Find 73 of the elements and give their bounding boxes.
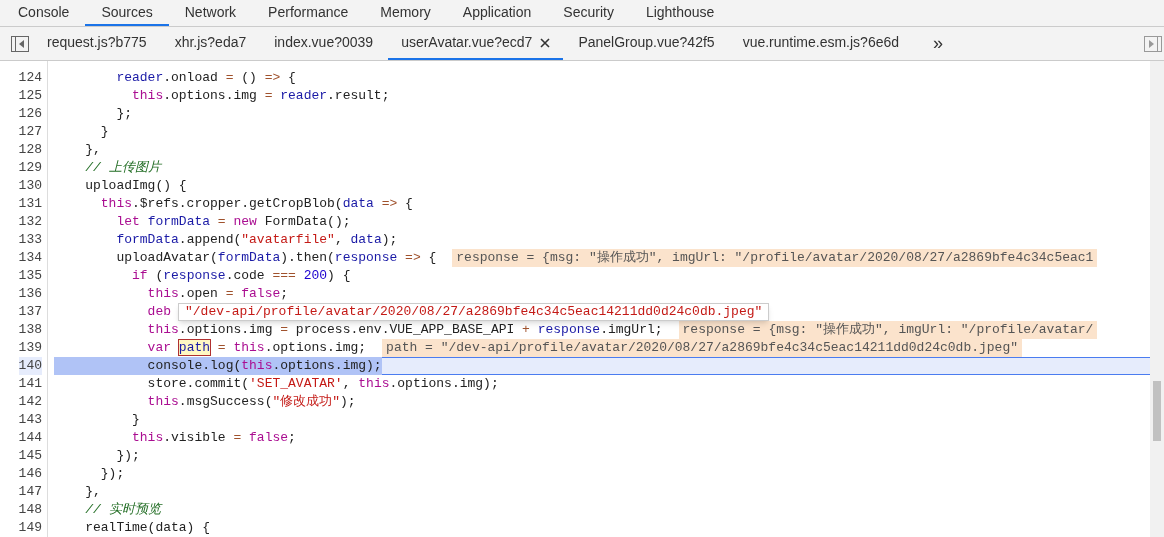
line-number[interactable]: 148 — [18, 502, 42, 517]
file-tab[interactable]: userAvatar.vue?ecd7 — [388, 27, 564, 60]
code-line: // 上传图片 — [84, 159, 161, 177]
inline-value: path = "/dev-api/profile/avatar/2020/08/27/a2869bfe4c34c5eac14211dd0d24c0db.jpeg" — [382, 339, 1022, 357]
close-icon[interactable] — [540, 37, 551, 48]
more-tabs-button[interactable]: » — [913, 27, 964, 60]
line-number[interactable]: 133 — [18, 232, 42, 247]
line-number[interactable]: 124 — [18, 70, 42, 85]
file-tab[interactable]: PanelGroup.vue?42f5 — [565, 27, 728, 60]
panel-tab[interactable]: Network — [168, 0, 253, 26]
code-line: this.visible = false; — [131, 429, 296, 447]
panel-tab[interactable]: Application — [446, 0, 548, 26]
line-number[interactable]: 126 — [18, 106, 42, 121]
panel-tab[interactable]: Performance — [252, 0, 365, 26]
code-line: }, — [84, 483, 101, 501]
code-line: }); — [115, 447, 140, 465]
line-number[interactable]: 135 — [18, 268, 42, 283]
line-number[interactable]: 143 — [18, 412, 42, 427]
code-line: formData.append("avatarfile", data); — [115, 231, 398, 249]
line-number[interactable]: 144 — [18, 430, 42, 445]
inline-value: response = {msg: "操作成功", imgUrl: "/profile/avatar/ — [678, 321, 1098, 339]
toggle-navigator-icon[interactable] — [11, 35, 29, 52]
code-line: this.$refs.cropper.getCropBlob(data => { — [99, 195, 413, 213]
hover-popup: "/dev-api/profile/avatar/2020/08/27/a2869bfe4c34c5eac14211dd0d24c0db.jpeg" — [178, 303, 770, 321]
line-number[interactable]: 139 — [18, 340, 42, 355]
code-line: let formData = new FormData(); — [115, 213, 351, 231]
code-line: realTime(data) { — [84, 519, 211, 537]
code-line: }); — [99, 465, 125, 483]
line-number[interactable]: 145 — [18, 448, 42, 463]
code-line: } — [99, 123, 109, 141]
line-number[interactable]: 132 — [18, 214, 42, 229]
code-line: // 实时预览 — [84, 501, 161, 519]
line-number[interactable]: 140 — [18, 358, 42, 373]
file-tab[interactable]: request.js?b775 — [34, 27, 160, 60]
file-tab[interactable]: vue.runtime.esm.js?6e6d — [729, 27, 913, 60]
code-line: uploadAvatar(formData).then(response => { — [115, 249, 437, 267]
code-line: }, — [84, 141, 101, 159]
code-line: this.open = false; — [146, 285, 289, 303]
toggle-debugger-icon[interactable] — [1144, 35, 1162, 52]
code-line: deb — [146, 303, 172, 321]
panel-tab[interactable]: Lighthouse — [629, 0, 731, 26]
code-line: if (response.code === 200) { — [131, 267, 351, 285]
code-line: uploadImg() { — [84, 177, 187, 195]
code-line: reader.onload = () => { — [115, 69, 296, 87]
code-line: this.options.img = process.env.VUE_APP_BASE_API + response.imgUrl; — [146, 321, 663, 339]
line-number[interactable]: 141 — [18, 376, 42, 391]
line-number[interactable]: 129 — [18, 160, 42, 175]
file-tab[interactable]: index.vue?0039 — [261, 27, 387, 60]
line-number[interactable]: 142 — [18, 394, 42, 409]
line-number[interactable]: 127 — [18, 124, 42, 139]
line-number[interactable]: 128 — [18, 142, 42, 157]
vertical-scrollbar[interactable] — [1150, 61, 1164, 537]
inline-value: response = {msg: "操作成功", imgUrl: "/profile/avatar/2020/08/27/a2869bfe4c34c5eac1 — [452, 249, 1098, 267]
code-line: var path = this.options.img; — [146, 339, 367, 357]
file-tab[interactable]: xhr.js?eda7 — [161, 27, 260, 60]
code-line: } — [131, 411, 140, 429]
line-number[interactable]: 134 — [18, 250, 42, 265]
code-line: store.commit('SET_AVATAR', this.options.img); — [146, 375, 499, 393]
line-number[interactable]: 131 — [18, 196, 42, 211]
line-number[interactable]: 149 — [18, 520, 42, 535]
line-number[interactable]: 146 — [18, 466, 42, 481]
code-line: this.msgSuccess("修改成功"); — [146, 393, 356, 411]
panel-tab[interactable]: Console — [2, 0, 86, 26]
line-number[interactable]: 137 — [18, 304, 42, 319]
line-number[interactable]: 130 — [18, 178, 42, 193]
line-number[interactable]: 147 — [18, 484, 42, 499]
line-number[interactable]: 125 — [18, 88, 42, 103]
panel-tab[interactable]: Security — [547, 0, 630, 26]
panel-tab[interactable]: Memory — [364, 0, 447, 26]
line-number[interactable]: 136 — [18, 286, 42, 301]
line-number[interactable]: 138 — [18, 322, 42, 337]
code-line: this.options.img = reader.result; — [131, 87, 390, 105]
code-line: }; — [115, 105, 132, 123]
